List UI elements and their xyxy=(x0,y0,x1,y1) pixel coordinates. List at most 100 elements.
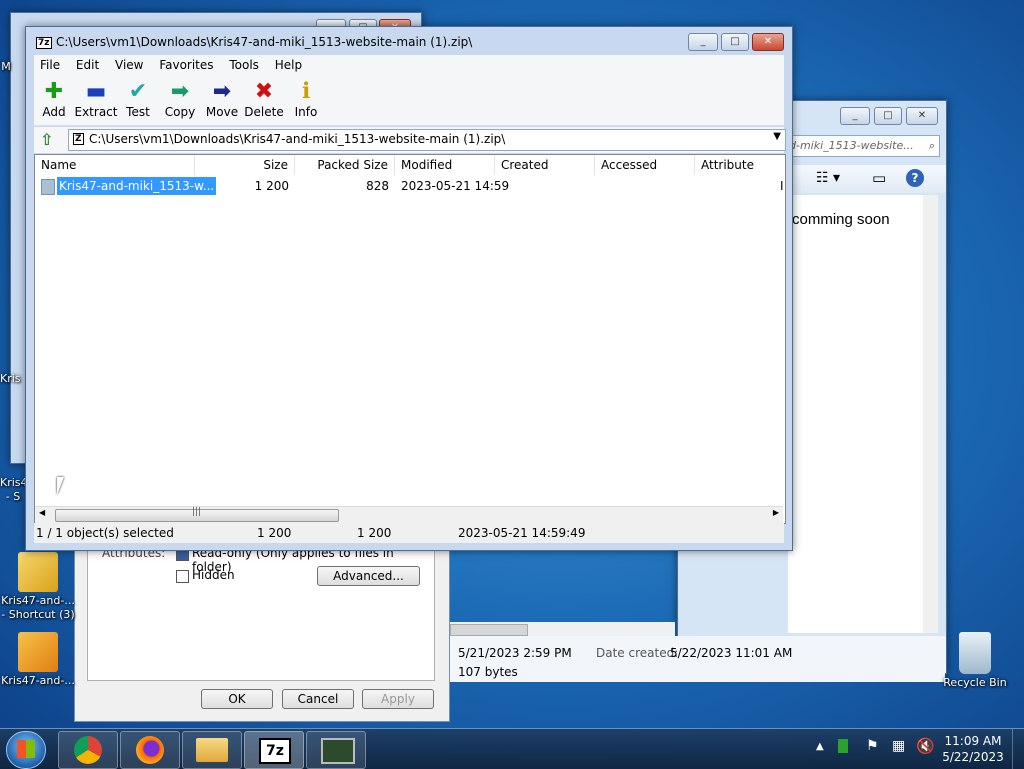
table-row[interactable]: Kris47-and-miki_1513-w... 1 200 828 2023… xyxy=(35,176,785,196)
view-options-icon[interactable]: ☷ ▾ xyxy=(816,170,840,186)
status-size: 1 200 xyxy=(257,526,292,540)
clock-time: 11:09 AM xyxy=(944,734,1002,748)
taskbar-firefox[interactable] xyxy=(120,731,180,769)
partial-desktop-label: Kris xyxy=(0,372,21,385)
preview-text: comming soon xyxy=(792,211,890,228)
menu-view[interactable]: View xyxy=(109,55,149,72)
task-manager-icon xyxy=(321,738,355,764)
desktop-shortcut-icon[interactable]: Kris47-and-... - Shortcut (3) xyxy=(0,552,76,622)
tray-app-icon[interactable] xyxy=(838,739,848,753)
preview-scrollbar[interactable] xyxy=(923,195,938,633)
mouse-cursor-icon xyxy=(57,477,71,495)
explorer-search-input[interactable]: d-miki_1513-website... ⌕ xyxy=(788,135,940,157)
add-button[interactable]: ✚ Add xyxy=(32,79,76,119)
add-label: Add xyxy=(42,105,66,119)
clock[interactable]: 11:09 AM 5/22/2023 xyxy=(940,733,1006,765)
row-packed-size: 828 xyxy=(366,179,389,193)
hidden-checkbox[interactable] xyxy=(176,570,189,583)
scroll-left-arrow[interactable]: ◀ xyxy=(39,508,45,517)
horizontal-scrollbar[interactable]: ◀ ||| ▶ xyxy=(35,506,783,523)
preview-pane: comming soon xyxy=(788,195,938,633)
menu-edit[interactable]: Edit xyxy=(70,55,105,72)
status-bar: 1 / 1 object(s) selected 1 200 1 200 202… xyxy=(34,523,784,543)
explorer-maximize-button[interactable]: □ xyxy=(874,107,902,125)
address-bar: ⇧ Z C:\Users\vm1\Downloads\Kris47-and-mi… xyxy=(34,127,786,153)
extract-label: Extract xyxy=(74,105,118,119)
scroll-right-arrow[interactable]: ▶ xyxy=(773,508,779,517)
menu-help[interactable]: Help xyxy=(269,55,308,72)
trash-icon xyxy=(959,632,991,674)
copy-label: Copy xyxy=(164,105,196,119)
copy-button[interactable]: ➡ Copy xyxy=(158,79,202,119)
desktop-folder-icon[interactable]: Kris47-and-... xyxy=(0,632,76,688)
delete-button[interactable]: ✖ Delete xyxy=(242,79,286,119)
up-folder-icon[interactable]: ⇧ xyxy=(40,130,53,149)
explorer-close-button[interactable]: ✕ xyxy=(906,107,938,125)
preview-pane-icon[interactable]: ▭ xyxy=(872,169,886,187)
row-name: Kris47-and-miki_1513-w... xyxy=(55,176,218,196)
hidden-label: Hidden xyxy=(192,568,235,582)
folder-icon xyxy=(18,632,58,672)
taskbar-7zip[interactable]: 7z xyxy=(244,731,304,769)
partial-desktop-label: Kris4 xyxy=(0,476,28,489)
row-attribute: I xyxy=(780,179,784,193)
ok-button[interactable]: OK xyxy=(201,689,273,709)
explorer-hscroll[interactable] xyxy=(450,622,675,636)
taskbar-monitor[interactable] xyxy=(306,731,366,769)
column-size[interactable]: Size xyxy=(195,155,295,175)
folder-icon xyxy=(196,738,228,762)
advanced-button[interactable]: Advanced... xyxy=(317,566,420,586)
action-center-icon[interactable]: ⚑ xyxy=(866,738,879,754)
recycle-bin-icon[interactable]: Recycle Bin xyxy=(937,632,1013,690)
search-icon: ⌕ xyxy=(928,139,935,152)
taskbar-chrome[interactable] xyxy=(58,731,118,769)
address-input[interactable]: Z C:\Users\vm1\Downloads\Kris47-and-miki… xyxy=(68,129,786,151)
sevenzip-icon: 7z xyxy=(259,738,291,764)
cancel-button[interactable]: Cancel xyxy=(282,689,354,709)
test-button[interactable]: ✔ Test xyxy=(116,79,160,119)
show-desktop-button[interactable] xyxy=(1012,729,1024,769)
info-label: Info xyxy=(294,105,318,119)
firefox-icon xyxy=(136,736,164,764)
row-modified: 2023-05-21 14:59 xyxy=(401,179,510,193)
close-button[interactable]: ✕ xyxy=(752,33,784,51)
menu-tools[interactable]: Tools xyxy=(223,55,265,72)
file-icon xyxy=(41,179,55,195)
size-text: 107 bytes xyxy=(458,665,518,679)
menu-favorites[interactable]: Favorites xyxy=(153,55,219,72)
column-name[interactable]: Name xyxy=(35,155,195,175)
column-created[interactable]: Created xyxy=(495,155,595,175)
minimize-button[interactable]: _ xyxy=(688,33,718,51)
explorer-toolbar: ☷ ▾ ▭ ? xyxy=(788,165,946,193)
menu-file[interactable]: File xyxy=(34,55,66,72)
column-accessed[interactable]: Accessed xyxy=(595,155,695,175)
info-button[interactable]: ℹ Info xyxy=(284,79,328,119)
extract-button[interactable]: ▬ Extract xyxy=(74,79,118,119)
file-list[interactable]: Name Size Packed Size Modified Created A… xyxy=(34,154,786,524)
date-created-label: Date created: xyxy=(596,646,679,660)
window-title: C:\Users\vm1\Downloads\Kris47-and-miki_1… xyxy=(56,35,473,49)
scrollbar-thumb[interactable]: ||| xyxy=(55,507,339,522)
network-icon[interactable]: ▦ xyxy=(892,738,905,754)
start-button[interactable] xyxy=(6,731,46,769)
explorer-hscroll-thumb[interactable] xyxy=(450,624,528,636)
maximize-button[interactable]: □ xyxy=(721,33,749,51)
test-label: Test xyxy=(126,105,150,119)
help-icon[interactable]: ? xyxy=(906,169,924,187)
explorer-minimize-button[interactable]: _ xyxy=(840,107,870,125)
desktop-shortcut-label: Kris47-and-... - Shortcut (3) xyxy=(1,594,75,621)
volume-muted-icon[interactable]: 🔇 xyxy=(916,737,935,755)
move-button[interactable]: ➡ Move xyxy=(200,79,244,119)
x-icon: ✖ xyxy=(254,79,274,104)
taskbar-explorer[interactable] xyxy=(182,731,242,769)
folder-shortcut-icon xyxy=(18,552,58,592)
column-packed-size[interactable]: Packed Size xyxy=(295,155,395,175)
column-modified[interactable]: Modified xyxy=(395,155,495,175)
sevenzip-app-icon: 7z xyxy=(36,37,52,49)
apply-button[interactable]: Apply xyxy=(362,689,434,709)
info-icon: ℹ xyxy=(301,79,311,104)
column-attribute[interactable]: Attribute xyxy=(695,155,785,175)
move-arrow-icon: ➡ xyxy=(212,79,232,104)
show-hidden-icons-icon[interactable]: ▲ xyxy=(816,741,824,752)
chevron-down-icon[interactable]: ▼ xyxy=(773,131,781,142)
